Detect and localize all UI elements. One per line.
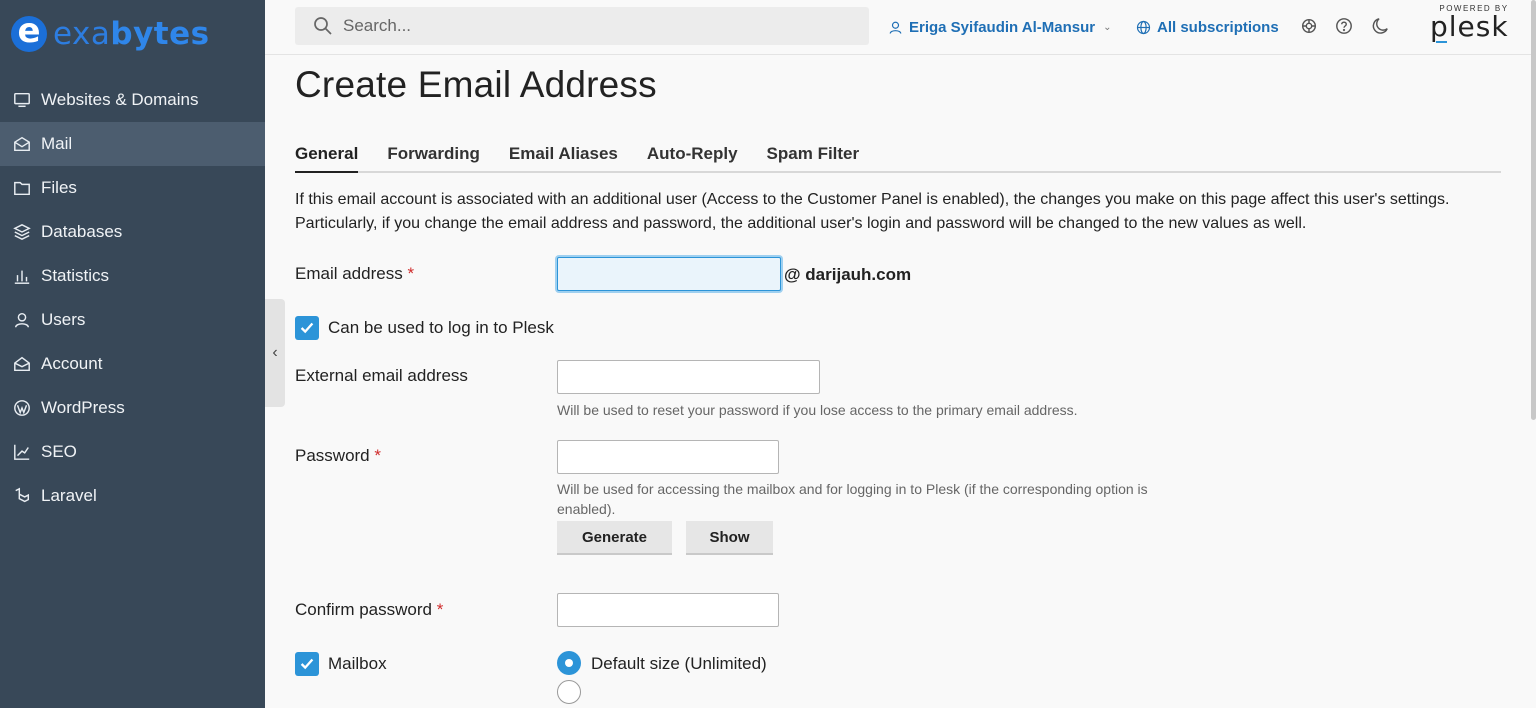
monitor-icon bbox=[12, 90, 32, 110]
tab-email-aliases[interactable]: Email Aliases bbox=[509, 139, 618, 173]
sidebar-item-seo[interactable]: SEO bbox=[0, 430, 265, 474]
subscriptions-menu[interactable]: All subscriptions bbox=[1136, 0, 1279, 55]
sidebar-item-label: SEO bbox=[41, 442, 77, 461]
sidebar-item-laravel[interactable]: Laravel bbox=[0, 474, 265, 518]
sidebar-item-label: Files bbox=[41, 178, 77, 197]
laravel-icon bbox=[12, 486, 32, 506]
user-icon bbox=[12, 310, 32, 330]
user-menu[interactable]: Eriga Syifaudin Al-Mansur ⌄ bbox=[888, 0, 1112, 55]
extensions-icon[interactable] bbox=[1299, 16, 1319, 36]
password-hint: Will be used for accessing the mailbox a… bbox=[557, 481, 1148, 517]
chevron-down-icon: ⌄ bbox=[1103, 22, 1112, 33]
moon-icon[interactable] bbox=[1370, 16, 1390, 36]
notice-text: If this email account is associated with… bbox=[295, 191, 1450, 232]
folder-icon bbox=[12, 178, 32, 198]
page-title: Create Email Address bbox=[295, 64, 657, 105]
external-email-input[interactable] bbox=[557, 360, 820, 394]
login-checkbox[interactable] bbox=[295, 316, 319, 340]
logo-wordmark: exabytes bbox=[53, 16, 210, 52]
sidebar-collapse-button[interactable]: ‹ bbox=[265, 299, 285, 407]
plesk-logo: POWERED BY plesk bbox=[1430, 4, 1509, 43]
checkmark-icon bbox=[300, 322, 314, 334]
chevron-left-icon: ‹ bbox=[272, 344, 278, 361]
tab-general[interactable]: General bbox=[295, 139, 359, 173]
sidebar-item-account[interactable]: Account bbox=[0, 342, 265, 386]
sidebar-item-label: WordPress bbox=[41, 398, 125, 417]
login-checkbox-label: Can be used to log in to Plesk bbox=[328, 318, 554, 337]
email-domain: @ darijauh.com bbox=[784, 265, 912, 284]
wordpress-icon bbox=[12, 398, 32, 418]
sidebar-item-label: Users bbox=[41, 310, 86, 329]
tab-forwarding[interactable]: Forwarding bbox=[387, 139, 480, 173]
sidebar-item-label: Statistics bbox=[41, 266, 110, 285]
sidebar-item-statistics[interactable]: Statistics bbox=[0, 254, 265, 298]
user-name: Eriga Syifaudin Al-Mansur bbox=[909, 19, 1096, 36]
account-icon bbox=[12, 354, 32, 374]
tab-bar: General Forwarding Email Aliases Auto-Re… bbox=[295, 139, 1501, 173]
mail-icon bbox=[12, 134, 32, 154]
generate-button[interactable]: Generate bbox=[557, 521, 672, 555]
checkmark-icon bbox=[300, 658, 314, 670]
password-label: Password * bbox=[295, 446, 381, 465]
subscriptions-label: All subscriptions bbox=[1157, 19, 1279, 36]
external-email-hint: Will be used to reset your password if y… bbox=[557, 402, 1078, 418]
sidebar-item-label: Mail bbox=[41, 134, 73, 153]
tab-auto-reply[interactable]: Auto-Reply bbox=[647, 139, 738, 173]
sidebar-item-files[interactable]: Files bbox=[0, 166, 265, 210]
sidebar-nav: Websites & Domains Mail Files Databases … bbox=[0, 78, 265, 518]
tab-spam-filter[interactable]: Spam Filter bbox=[767, 139, 860, 173]
confirm-password-input[interactable] bbox=[557, 593, 779, 627]
mailbox-checkbox[interactable] bbox=[295, 652, 319, 676]
globe-icon bbox=[1136, 20, 1151, 35]
sidebar-item-users[interactable]: Users bbox=[0, 298, 265, 342]
sidebar-item-label: Websites & Domains bbox=[41, 90, 199, 109]
sidebar-item-label: Databases bbox=[41, 222, 123, 241]
external-email-label: External email address bbox=[295, 366, 468, 385]
sidebar-item-wordpress[interactable]: WordPress bbox=[0, 386, 265, 430]
another-size-radio[interactable] bbox=[557, 680, 581, 704]
password-input[interactable] bbox=[557, 440, 779, 474]
sidebar: e exabytes Websites & Domains Mail Files… bbox=[0, 0, 265, 708]
user-icon bbox=[889, 21, 902, 34]
default-size-label: Default size (Unlimited) bbox=[591, 654, 767, 673]
sidebar-item-databases[interactable]: Databases bbox=[0, 210, 265, 254]
default-size-radio[interactable] bbox=[557, 651, 581, 675]
sidebar-item-mail[interactable]: Mail bbox=[0, 122, 265, 166]
scrollbar[interactable] bbox=[1531, 0, 1536, 420]
email-address-label: Email address * bbox=[295, 264, 415, 283]
help-icon[interactable] bbox=[1334, 16, 1354, 36]
database-icon bbox=[12, 222, 32, 242]
main-content: Create Email Address General Forwarding … bbox=[295, 55, 1505, 704]
search-icon bbox=[314, 17, 332, 35]
sidebar-item-websites-domains[interactable]: Websites & Domains bbox=[0, 78, 265, 122]
email-address-input[interactable] bbox=[557, 257, 781, 291]
seo-icon bbox=[12, 442, 32, 462]
sidebar-item-label: Laravel bbox=[41, 486, 97, 505]
show-button[interactable]: Show bbox=[686, 521, 773, 555]
exabytes-logo[interactable]: e exabytes bbox=[11, 11, 210, 57]
search-box[interactable] bbox=[295, 7, 869, 45]
bar-chart-icon bbox=[12, 266, 32, 286]
confirm-password-label: Confirm password * bbox=[295, 600, 444, 619]
logo-mark: e bbox=[11, 16, 47, 52]
sidebar-item-label: Account bbox=[41, 354, 103, 373]
mailbox-label: Mailbox bbox=[328, 654, 387, 673]
topbar: Eriga Syifaudin Al-Mansur ⌄ All subscrip… bbox=[265, 0, 1536, 55]
search-input[interactable] bbox=[343, 16, 823, 36]
